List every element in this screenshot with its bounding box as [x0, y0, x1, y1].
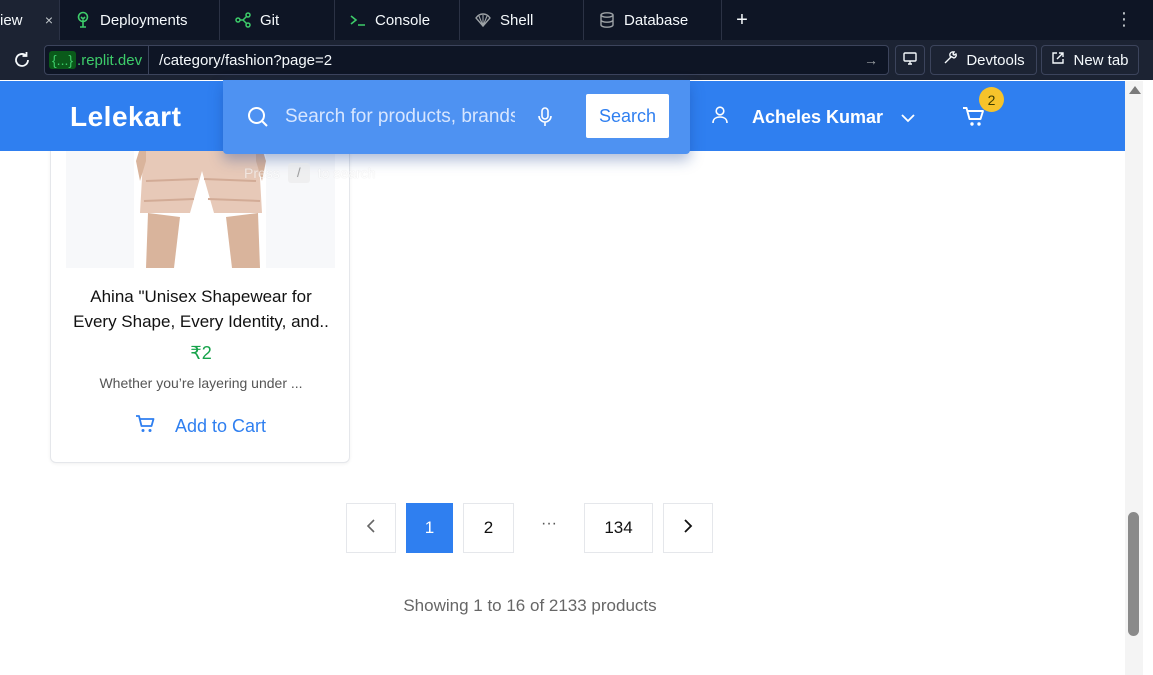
scrollbar-thumb[interactable]	[1128, 512, 1139, 636]
site-logo[interactable]: Lelekart	[70, 101, 181, 133]
console-icon	[349, 11, 367, 29]
deployments-icon	[74, 11, 92, 29]
reload-icon[interactable]	[0, 40, 44, 80]
tab-label: Console	[375, 11, 431, 29]
search-icon	[247, 106, 269, 133]
url-path[interactable]: /category/fashion?page=2	[149, 52, 864, 69]
domain-pill: {...} .replit.dev	[45, 46, 150, 74]
tab-label: Git	[260, 11, 280, 29]
device-preview-button[interactable]	[895, 45, 925, 75]
user-name: Acheles Kumar	[752, 107, 884, 127]
close-icon[interactable]: ×	[45, 12, 53, 28]
tab-label: Shell	[500, 11, 534, 29]
tab-git[interactable]: Git	[220, 0, 335, 40]
add-to-cart-button[interactable]: Add to Cart	[135, 414, 266, 439]
user-icon	[710, 105, 730, 130]
cart-icon	[135, 414, 155, 439]
hint-key: /	[287, 163, 310, 183]
product-title[interactable]: Ahina "Unisex Shapewear for Every Shape,…	[67, 284, 335, 334]
devtools-label: Devtools	[966, 51, 1025, 69]
next-page-button[interactable]	[663, 503, 713, 553]
search-panel: Search	[223, 80, 690, 154]
page-button-current[interactable]: 1	[406, 503, 453, 553]
search-input[interactable]	[285, 104, 515, 130]
tab-label: iew	[0, 11, 23, 29]
scroll-up-arrow-icon[interactable]	[1129, 86, 1141, 94]
chevron-left-icon	[366, 518, 376, 538]
kebab-menu-icon[interactable]: ⋮	[1115, 10, 1133, 28]
header-cart-icon[interactable]	[962, 106, 986, 133]
prev-page-button[interactable]	[346, 503, 396, 553]
product-price: ₹2	[190, 343, 212, 363]
chevron-down-icon	[901, 107, 915, 128]
go-arrow-icon[interactable]: →	[864, 52, 878, 68]
user-menu[interactable]: Acheles Kumar	[710, 105, 915, 130]
git-icon	[234, 11, 252, 29]
tab-label: Deployments	[100, 11, 188, 29]
new-ide-tab-button[interactable]: +	[722, 0, 762, 40]
pagination-ellipsis: ···	[541, 515, 557, 532]
ide-tab-bar: iew × Deployments Git Console Shell Data…	[0, 0, 1153, 40]
page-button-last[interactable]: 134	[584, 503, 653, 553]
tab-console[interactable]: Console	[335, 0, 460, 40]
database-icon	[598, 11, 616, 29]
add-to-cart-label: Add to Cart	[175, 416, 267, 436]
microphone-icon[interactable]	[537, 107, 553, 132]
shell-icon	[474, 11, 492, 29]
new-tab-button[interactable]: New tab	[1041, 45, 1139, 75]
page-scrollbar[interactable]	[1125, 81, 1143, 675]
external-link-icon	[1051, 51, 1065, 69]
monitor-icon	[902, 50, 918, 70]
cart-count-badge: 2	[979, 87, 1004, 112]
tab-shell[interactable]: Shell	[460, 0, 584, 40]
hint-to-search: to search	[317, 165, 376, 181]
devtools-button[interactable]: Devtools	[930, 45, 1037, 75]
tab-webview[interactable]: iew ×	[0, 0, 60, 40]
tab-label: Database	[624, 11, 689, 29]
search-shortcut-hint: Press / to search	[244, 163, 375, 183]
domain-braces: {...}	[49, 51, 77, 69]
window-gutter	[1143, 81, 1153, 675]
tab-database[interactable]: Database	[584, 0, 722, 40]
url-bar[interactable]: {...} .replit.dev /category/fashion?page…	[44, 45, 889, 75]
page-button[interactable]: 2	[463, 503, 514, 553]
domain-text: .replit.dev	[77, 51, 143, 69]
wrench-icon	[942, 50, 958, 70]
webview-address-row: {...} .replit.dev /category/fashion?page…	[0, 40, 1153, 80]
results-summary: Showing 1 to 16 of 2133 products	[403, 596, 657, 615]
new-tab-label: New tab	[1073, 51, 1129, 69]
product-description: Whether you’re layering under ...	[99, 375, 303, 391]
tab-deployments[interactable]: Deployments	[60, 0, 220, 40]
chevron-right-icon	[683, 518, 693, 538]
hint-press: Press	[244, 165, 280, 181]
search-button[interactable]: Search	[586, 94, 669, 138]
